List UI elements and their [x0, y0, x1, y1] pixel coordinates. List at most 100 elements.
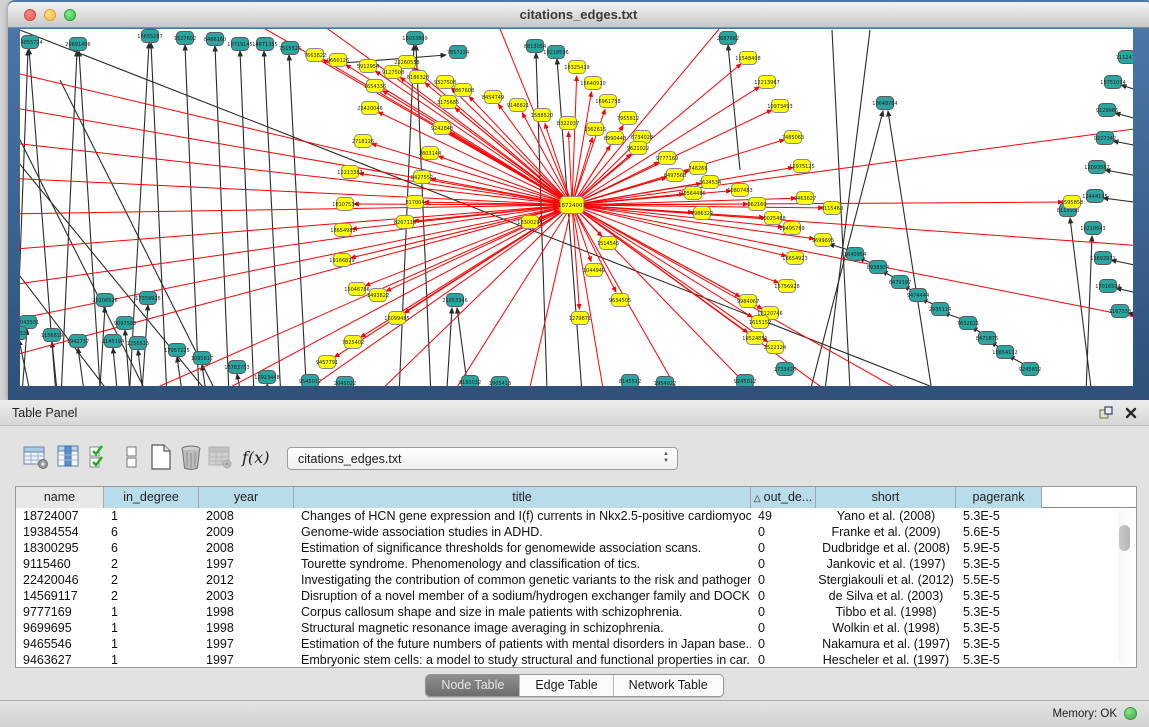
- graph-node[interactable]: 16648784: [872, 97, 897, 110]
- column-header-name[interactable]: name: [16, 487, 104, 508]
- graph-node[interactable]: 9634505: [609, 294, 631, 307]
- graph-node[interactable]: 20206526: [92, 294, 117, 307]
- column-header-in_degree[interactable]: in_degree: [104, 487, 199, 508]
- window-titlebar[interactable]: citations_edges.txt: [8, 2, 1149, 28]
- graph-node[interactable]: 9699695: [812, 234, 834, 247]
- graph-node[interactable]: 1595858: [1061, 196, 1083, 209]
- graph-node[interactable]: 8990448: [604, 132, 626, 145]
- table-row[interactable]: 2242004622012Investigating the contribut…: [16, 572, 1136, 588]
- graph-node[interactable]: 2867608: [452, 84, 474, 97]
- new-document-icon[interactable]: [147, 443, 175, 473]
- graph-node[interactable]: 1905413: [489, 377, 511, 387]
- tab-network-table[interactable]: Network Table: [613, 675, 723, 696]
- graph-node[interactable]: 3175685: [437, 96, 459, 109]
- graph-node[interactable]: 2687682: [717, 32, 739, 45]
- float-window-icon[interactable]: [1099, 406, 1113, 424]
- graph-node[interactable]: 6479197: [889, 276, 911, 289]
- graph-node[interactable]: 8471876: [976, 332, 998, 345]
- graph-node[interactable]: 10654112: [992, 346, 1017, 359]
- graph-node[interactable]: 9245012: [734, 375, 756, 387]
- graph-node[interactable]: 1588520: [531, 109, 553, 122]
- table-row[interactable]: 969969511998Structural magnetic resonanc…: [16, 620, 1136, 636]
- graph-node[interactable]: 10719145: [227, 38, 252, 51]
- graph-node[interactable]: 19495769: [779, 222, 804, 235]
- table-settings-icon[interactable]: [22, 443, 50, 473]
- graph-node[interactable]: 17359926: [135, 292, 160, 305]
- graph-node[interactable]: 817004: [405, 196, 424, 209]
- graph-node[interactable]: 7955812: [617, 112, 639, 125]
- graph-node[interactable]: 9545012: [299, 375, 321, 387]
- graph-node[interactable]: 1640954: [844, 248, 866, 261]
- graph-node[interactable]: 18724007: [558, 197, 586, 214]
- graph-node[interactable]: 16033809: [402, 32, 427, 45]
- graph-node[interactable]: 1942737: [67, 335, 89, 348]
- graph-node[interactable]: 19524851: [742, 332, 767, 345]
- graph-node[interactable]: 8938924: [867, 261, 889, 274]
- graph-node[interactable]: 1044949: [583, 264, 605, 277]
- graph-node[interactable]: 2522124: [764, 341, 786, 354]
- table-row[interactable]: 1456911722003Disruption of a novel membe…: [16, 588, 1136, 604]
- graph-node[interactable]: 10807483: [727, 184, 752, 197]
- graph-node[interactable]: 2803144: [419, 147, 441, 160]
- graph-node[interactable]: 12444195: [1082, 190, 1107, 203]
- graph-node[interactable]: 15756928: [774, 280, 799, 293]
- graph-node[interactable]: 8454749: [482, 91, 504, 104]
- graph-node[interactable]: 8145512: [619, 375, 641, 387]
- graph-node[interactable]: 16654923: [782, 252, 807, 265]
- graph-node[interactable]: 746266: [688, 162, 707, 175]
- graph-node[interactable]: 7515526: [279, 42, 301, 55]
- graph-node[interactable]: 9457791: [316, 356, 338, 369]
- table-row[interactable]: 1872400712008Changes of HCN gene express…: [16, 508, 1136, 524]
- graph-node[interactable]: 14671355: [252, 38, 277, 51]
- graph-node[interactable]: 10025468: [760, 212, 785, 225]
- graph-node[interactable]: 9327508: [434, 76, 456, 89]
- graph-node[interactable]: 1156819: [41, 329, 63, 342]
- scrollbar-thumb[interactable]: [1119, 525, 1130, 551]
- close-panel-icon[interactable]: [1125, 406, 1137, 424]
- graph-node[interactable]: 7825402: [342, 336, 364, 349]
- graph-node[interactable]: 16640910: [580, 77, 605, 90]
- table-row[interactable]: 946554611997Estimation of the future num…: [16, 636, 1136, 652]
- graph-node[interactable]: 7485063: [782, 131, 804, 144]
- graph-node[interactable]: 3624534: [699, 176, 721, 189]
- graph-node[interactable]: 1615152: [749, 316, 771, 329]
- graph-node[interactable]: 5912954: [357, 60, 379, 73]
- column-header-title[interactable]: title: [294, 487, 751, 508]
- table-row[interactable]: 911546021997Tourette syndrome. Phenomeno…: [16, 556, 1136, 572]
- graph-node[interactable]: 1654336: [364, 80, 386, 93]
- graph-node[interactable]: 12213967: [754, 76, 779, 89]
- graph-node[interactable]: 10655287: [137, 30, 162, 43]
- graph-node[interactable]: 9227342: [1094, 132, 1116, 145]
- table-row[interactable]: 1830029562008Estimation of significance …: [16, 540, 1136, 556]
- graph-node[interactable]: 9127508: [382, 66, 404, 79]
- graph-node[interactable]: 8186328: [407, 71, 429, 84]
- tab-edge-table[interactable]: Edge Table: [519, 675, 612, 696]
- column-header-year[interactable]: year: [199, 487, 294, 508]
- column-header-short[interactable]: short: [816, 487, 956, 508]
- graph-node[interactable]: 20691406: [65, 38, 90, 51]
- graph-node[interactable]: 1112476: [1116, 51, 1133, 64]
- graph-node[interactable]: 1954022: [654, 377, 676, 387]
- graph-node[interactable]: 9984067: [737, 295, 759, 308]
- graph-node[interactable]: 7663822: [304, 49, 326, 62]
- graph-node[interactable]: 20564486: [680, 187, 705, 200]
- graph-node[interactable]: 1279871: [569, 312, 591, 325]
- graph-node[interactable]: 7986322: [691, 207, 713, 220]
- function-builder-icon[interactable]: f(x): [242, 448, 276, 478]
- graph-node[interactable]: 962160: [747, 198, 766, 211]
- table-row[interactable]: 977716911998Corpus callosum shape and si…: [16, 604, 1136, 620]
- graph-node[interactable]: 9621022: [627, 142, 649, 155]
- table-selector-dropdown[interactable]: citations_edges.txt ▲▼: [287, 447, 678, 470]
- graph-node[interactable]: 1514545: [597, 237, 619, 250]
- graph-node[interactable]: 16210643: [1080, 222, 1105, 235]
- graph-node[interactable]: 9146821: [507, 99, 529, 112]
- network-canvas[interactable]: 2405572420691406106552871527602846616010…: [20, 29, 1133, 386]
- graph-node[interactable]: 15692971: [1090, 252, 1115, 265]
- graph-node[interactable]: 9777169: [656, 152, 678, 165]
- graph-node[interactable]: 11548408: [735, 52, 760, 65]
- graph-node[interactable]: 15751074: [1100, 76, 1125, 89]
- graph-node[interactable]: 1095817: [191, 352, 213, 365]
- graph-node[interactable]: 8267110: [394, 216, 416, 229]
- graph-node[interactable]: 9245652: [1019, 363, 1041, 376]
- graph-node[interactable]: 9115460: [821, 202, 843, 215]
